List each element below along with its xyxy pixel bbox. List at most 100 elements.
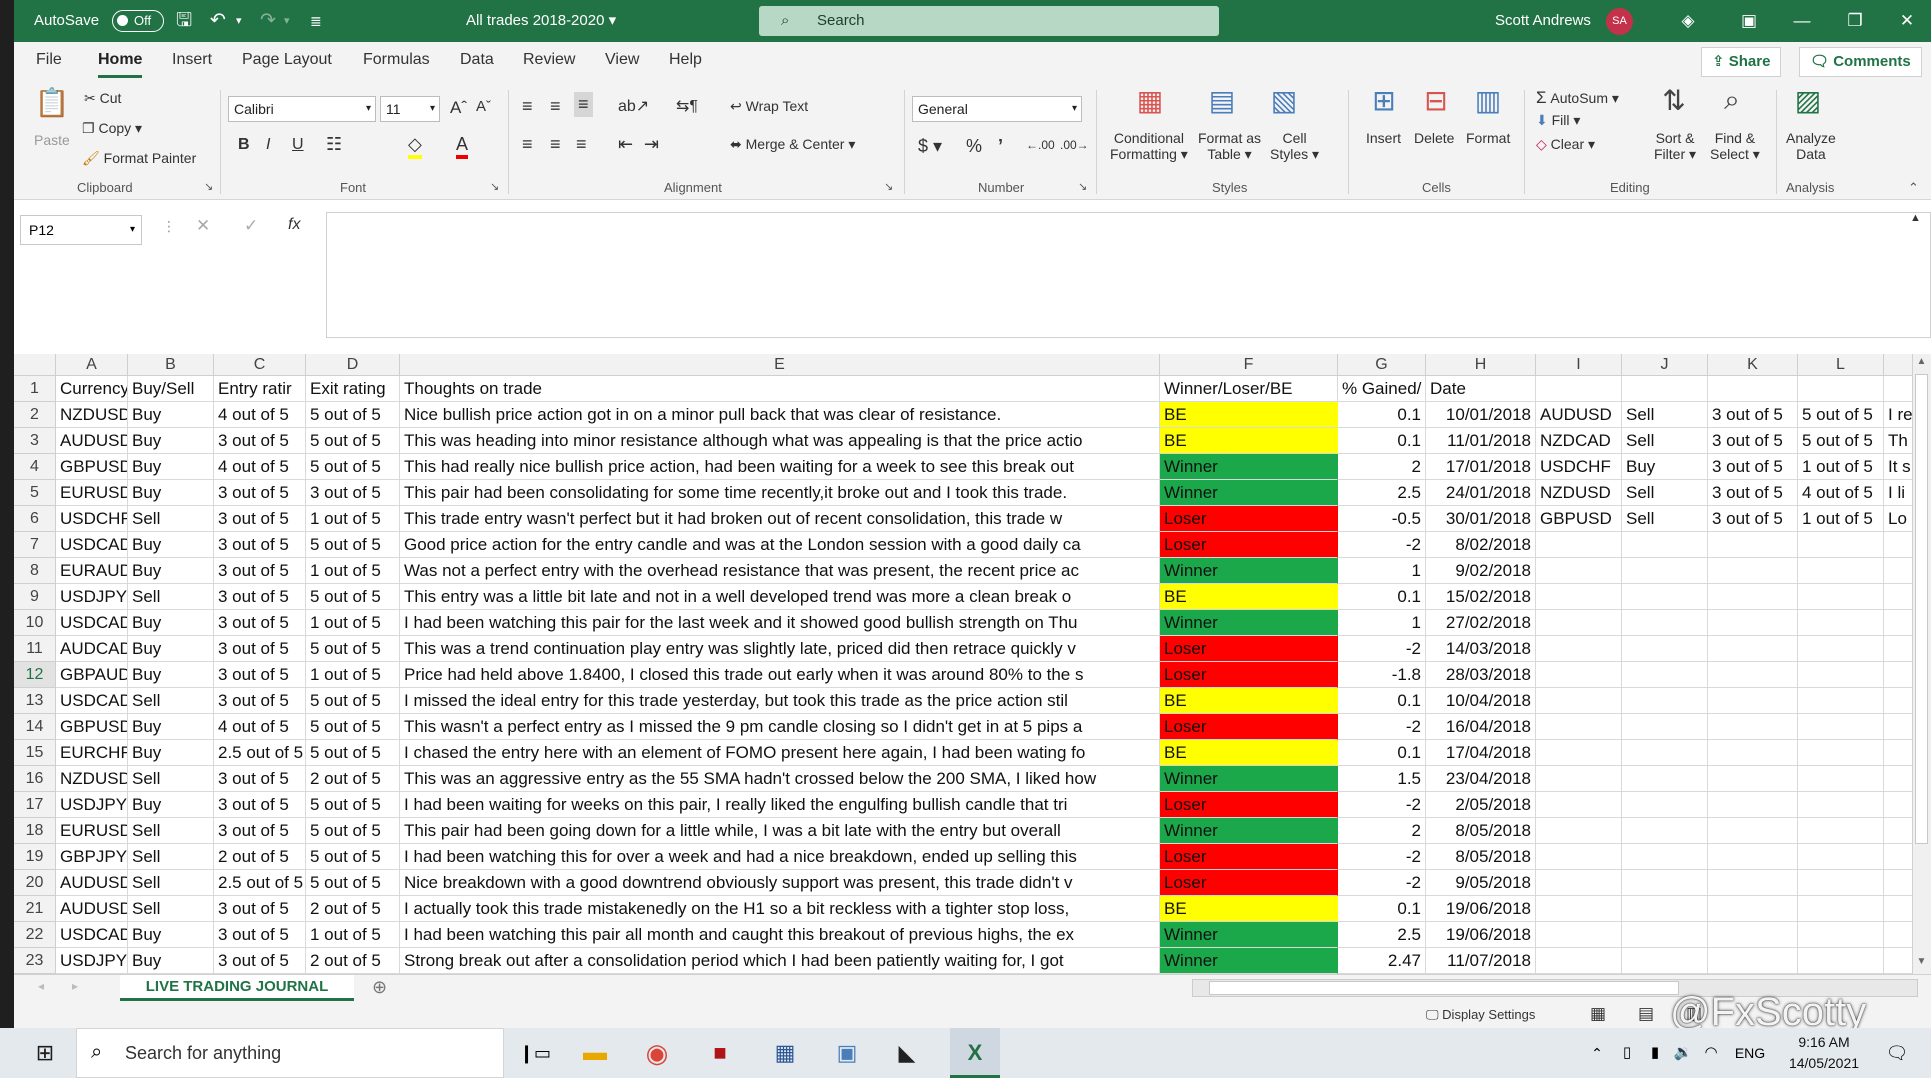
- bold-icon[interactable]: B: [238, 136, 250, 154]
- table-cell[interactable]: GBPUSD: [1536, 506, 1622, 532]
- result-cell[interactable]: Winner: [1160, 818, 1338, 844]
- borders-icon[interactable]: ☷: [326, 134, 342, 155]
- row-header[interactable]: 18: [14, 818, 56, 844]
- table-cell[interactable]: USDCHF: [1536, 454, 1622, 480]
- display-settings-button[interactable]: 🖵 Display Settings: [1426, 1007, 1535, 1023]
- italic-icon[interactable]: I: [266, 136, 270, 154]
- result-cell[interactable]: Loser: [1160, 662, 1338, 688]
- table-cell[interactable]: USDJPY: [56, 584, 128, 610]
- table-cell[interactable]: 19/06/2018: [1426, 896, 1536, 922]
- search-box[interactable]: ⌕ Search: [759, 6, 1219, 36]
- header-cell[interactable]: Currency p: [56, 376, 128, 402]
- delete-cells-button[interactable]: Delete: [1414, 130, 1454, 146]
- table-cell[interactable]: 5 out of 5: [306, 454, 400, 480]
- table-cell[interactable]: [1798, 740, 1884, 766]
- row-header[interactable]: 7: [14, 532, 56, 558]
- table-cell[interactable]: [1536, 688, 1622, 714]
- row-header[interactable]: 2: [14, 402, 56, 428]
- table-cell[interactable]: 5 out of 5: [306, 402, 400, 428]
- header-cell[interactable]: Buy/Sell: [128, 376, 214, 402]
- table-cell[interactable]: Buy: [128, 714, 214, 740]
- column-header-h[interactable]: H: [1426, 354, 1536, 376]
- table-cell[interactable]: [1708, 714, 1798, 740]
- result-cell[interactable]: BE: [1160, 402, 1338, 428]
- row-header[interactable]: 17: [14, 792, 56, 818]
- table-cell[interactable]: 1 out of 5: [306, 922, 400, 948]
- table-cell[interactable]: 27/02/2018: [1426, 610, 1536, 636]
- header-cell[interactable]: Thoughts on trade: [400, 376, 1160, 402]
- table-cell[interactable]: 2.47: [1338, 948, 1426, 974]
- row-header[interactable]: 5: [14, 480, 56, 506]
- grow-font-icon[interactable]: Aˆ: [450, 98, 467, 118]
- table-cell[interactable]: USDCAD: [56, 532, 128, 558]
- table-cell[interactable]: [1622, 636, 1708, 662]
- result-cell[interactable]: Winner: [1160, 454, 1338, 480]
- tab-help[interactable]: Help: [669, 51, 702, 69]
- table-cell[interactable]: 9/02/2018: [1426, 558, 1536, 584]
- table-cell[interactable]: 3 out of 5: [214, 506, 306, 532]
- device-icon[interactable]: ▯: [1616, 1028, 1638, 1078]
- table-cell[interactable]: [1536, 740, 1622, 766]
- thoughts-cell[interactable]: Price had held above 1.8400, I closed th…: [400, 662, 1160, 688]
- empty-cell[interactable]: [1622, 376, 1708, 402]
- row-header[interactable]: 3: [14, 428, 56, 454]
- underline-icon[interactable]: U: [292, 136, 304, 154]
- header-cell[interactable]: % Gained/: [1338, 376, 1426, 402]
- table-cell[interactable]: [1536, 844, 1622, 870]
- table-cell[interactable]: [1708, 740, 1798, 766]
- column-header-a[interactable]: A: [56, 354, 128, 376]
- table-cell[interactable]: NZDUSD: [56, 402, 128, 428]
- table-cell[interactable]: [1798, 792, 1884, 818]
- table-cell[interactable]: [1536, 610, 1622, 636]
- row-header[interactable]: 10: [14, 610, 56, 636]
- prev-sheet-icon[interactable]: ◂: [38, 979, 44, 993]
- table-cell[interactable]: [1708, 688, 1798, 714]
- table-cell[interactable]: 3 out of 5: [214, 636, 306, 662]
- scroll-down-icon[interactable]: ▼: [1914, 956, 1929, 970]
- table-cell[interactable]: [1708, 818, 1798, 844]
- row-header[interactable]: 15: [14, 740, 56, 766]
- table-cell[interactable]: AUDUSD: [56, 896, 128, 922]
- table-cell[interactable]: [1798, 844, 1884, 870]
- user-name[interactable]: Scott Andrews: [1495, 0, 1591, 42]
- row-header[interactable]: 1: [14, 376, 56, 402]
- result-cell[interactable]: BE: [1160, 584, 1338, 610]
- table-cell[interactable]: [1622, 922, 1708, 948]
- thoughts-cell[interactable]: I had been watching this for over a week…: [400, 844, 1160, 870]
- table-cell[interactable]: USDCAD: [56, 610, 128, 636]
- table-cell[interactable]: [1622, 896, 1708, 922]
- app-icon-rss[interactable]: ◣: [890, 1028, 924, 1078]
- file-title[interactable]: All trades 2018-2020 ▾: [466, 0, 616, 42]
- header-cell[interactable]: Exit rating: [306, 376, 400, 402]
- table-cell[interactable]: 3 out of 5: [214, 584, 306, 610]
- table-cell[interactable]: [1708, 610, 1798, 636]
- align-top-icon[interactable]: ≡: [522, 96, 533, 117]
- select-all-corner[interactable]: [14, 354, 56, 376]
- column-header-f[interactable]: F: [1160, 354, 1338, 376]
- align-middle-icon[interactable]: ≡: [550, 96, 561, 117]
- table-cell[interactable]: 0.1: [1338, 584, 1426, 610]
- table-cell[interactable]: Sell: [128, 818, 214, 844]
- table-cell[interactable]: Buy: [128, 428, 214, 454]
- paragraph-direction-icon[interactable]: ⇆¶: [676, 96, 698, 116]
- number-launcher-icon[interactable]: ↘: [1078, 180, 1087, 193]
- number-format-select[interactable]: General ▾: [912, 96, 1082, 122]
- table-cell[interactable]: [1798, 948, 1884, 974]
- table-cell[interactable]: 1 out of 5: [306, 610, 400, 636]
- table-cell[interactable]: 2.5 out of 5: [214, 740, 306, 766]
- table-cell[interactable]: Sell: [128, 870, 214, 896]
- scrollbar-thumb[interactable]: [1209, 981, 1679, 995]
- table-cell[interactable]: 5 out of 5: [306, 844, 400, 870]
- table-cell[interactable]: 24/01/2018: [1426, 480, 1536, 506]
- thoughts-cell[interactable]: This pair had been consolidating for som…: [400, 480, 1160, 506]
- table-cell[interactable]: Buy: [128, 532, 214, 558]
- normal-view-icon[interactable]: ▦: [1590, 1004, 1606, 1024]
- table-cell[interactable]: [1536, 766, 1622, 792]
- comma-icon[interactable]: ’: [998, 136, 1003, 157]
- table-cell[interactable]: 3 out of 5: [1708, 506, 1798, 532]
- table-cell[interactable]: 2: [1338, 454, 1426, 480]
- table-cell[interactable]: [1536, 818, 1622, 844]
- font-color-icon[interactable]: A: [456, 134, 469, 159]
- redo-icon[interactable]: ↷: [260, 0, 276, 42]
- table-cell[interactable]: 5 out of 5: [306, 714, 400, 740]
